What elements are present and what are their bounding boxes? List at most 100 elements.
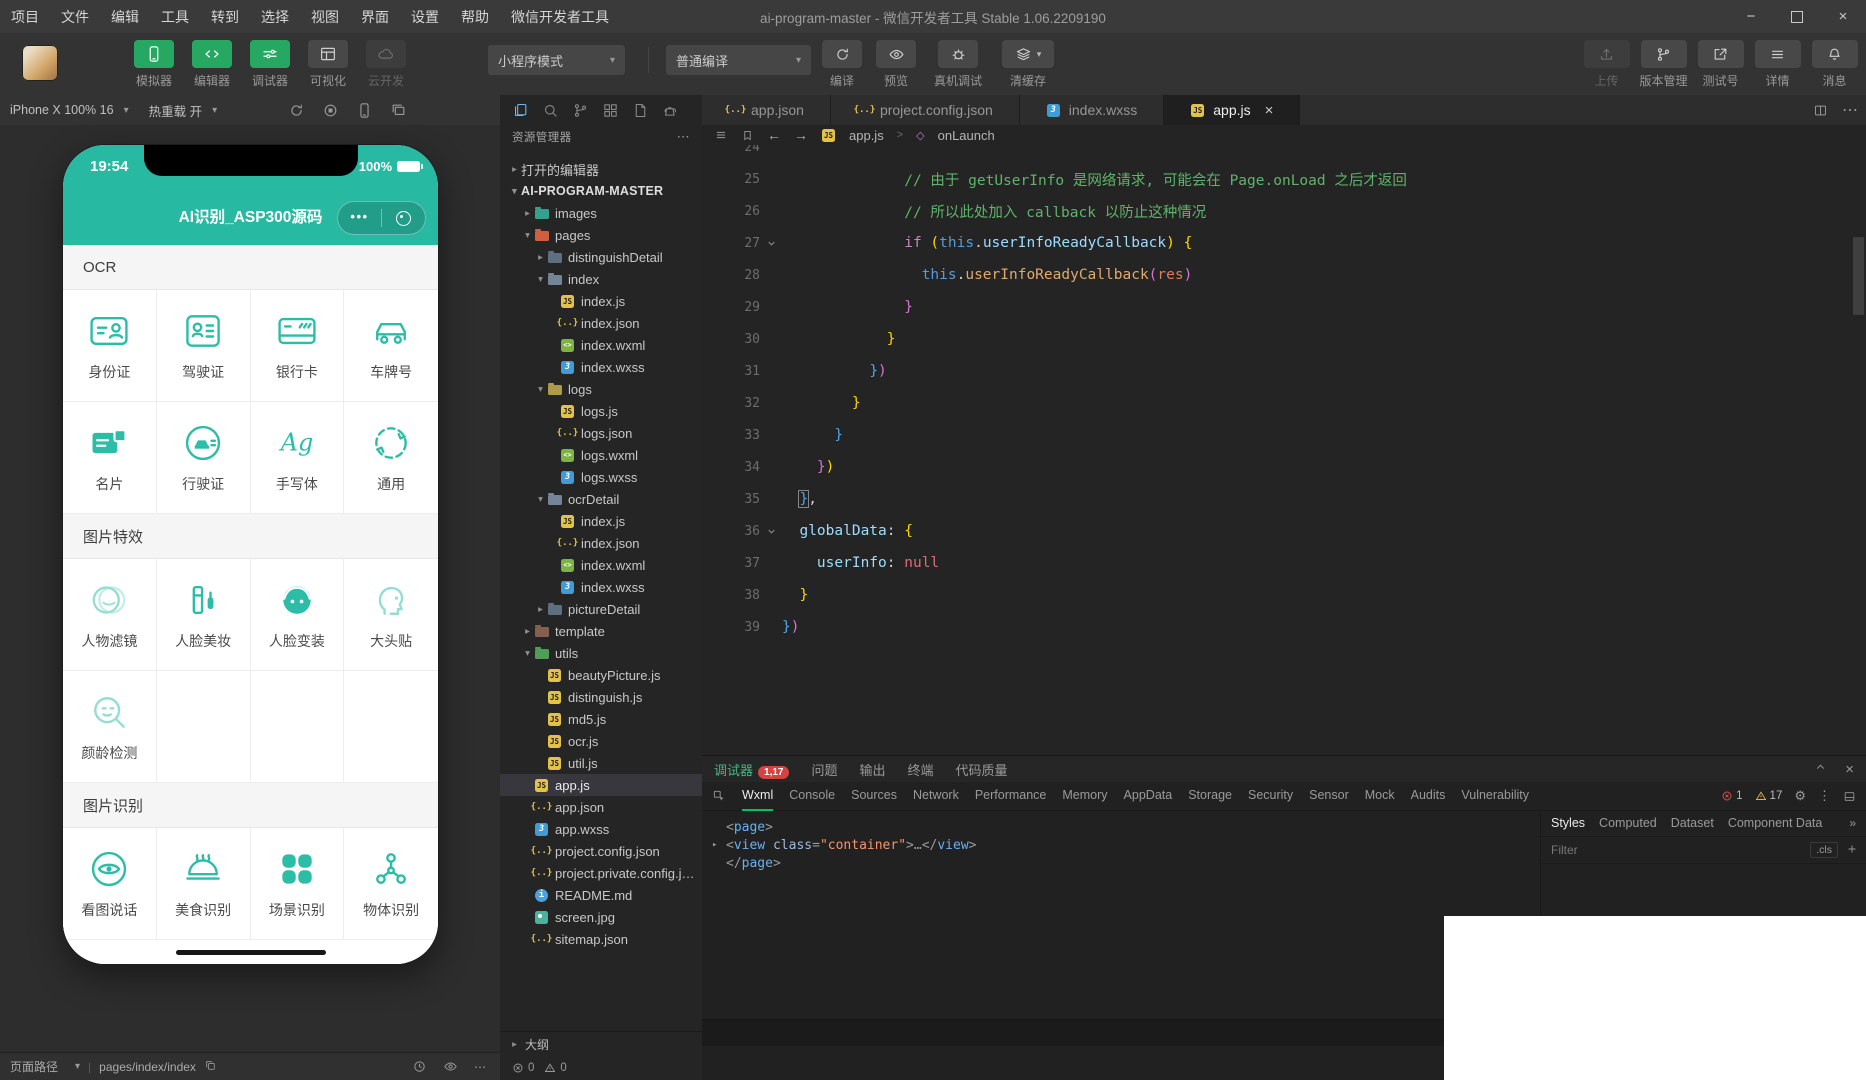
styles-tab-Dataset[interactable]: Dataset [1671, 816, 1714, 830]
capsule-more-button[interactable]: ••• [338, 212, 381, 224]
grid-item-food[interactable]: 美食识别 [157, 828, 251, 940]
grid-item-idcard[interactable]: 身份证 [63, 290, 157, 402]
tab-app.js[interactable]: JSapp.js× [1164, 95, 1300, 125]
devtools-tab-Memory[interactable]: Memory [1062, 781, 1107, 811]
menu-item[interactable]: 帮助 [450, 0, 500, 33]
menu-item[interactable]: 编辑 [100, 0, 150, 33]
chevron-right-icon[interactable]: » [1849, 816, 1856, 830]
collapse-panel-icon[interactable] [1814, 761, 1827, 777]
extensions-icon[interactable] [602, 102, 619, 119]
devtools-tab-Performance[interactable]: Performance [975, 781, 1047, 811]
editor-scrollbar[interactable] [1853, 237, 1864, 315]
grid-item-sticker[interactable]: 大头贴 [344, 559, 438, 671]
user-avatar[interactable] [22, 45, 58, 81]
toolbar-button-eye[interactable]: 预览 [872, 40, 920, 89]
grid-item-faceswap[interactable]: 人脸变装 [251, 559, 345, 671]
tree-file-app.json[interactable]: {..}app.json [500, 796, 702, 818]
console-warnings[interactable]: 17 [1755, 790, 1783, 802]
outline-section[interactable]: ▸ 大纲 [500, 1031, 702, 1056]
grid-item-pfilter[interactable]: 人物滤镜 [63, 559, 157, 671]
tree-file-ocr.js[interactable]: JSocr.js [500, 730, 702, 752]
tree-file-sitemap.json[interactable]: {..}sitemap.json [500, 928, 702, 950]
tree-file-logs.json[interactable]: {..}logs.json [500, 422, 702, 444]
close-icon[interactable]: × [1265, 102, 1274, 119]
inspect-element-icon[interactable] [712, 789, 726, 803]
devtools-tab-Network[interactable]: Network [913, 781, 959, 811]
phone-simulator[interactable]: 19:54 100% AI识别_ASP300源码 ••• OCR [63, 145, 438, 964]
preview-visibility-icon[interactable] [443, 1059, 458, 1074]
split-editor-icon[interactable] [1813, 103, 1828, 118]
tree-file-index.json[interactable]: {..}index.json [500, 532, 702, 554]
tree-folder-打开的编辑器[interactable]: ▸打开的编辑器 [500, 158, 702, 180]
device-select[interactable]: iPhone X 100% 16 ▾ [0, 95, 139, 125]
tree-file-README.md[interactable]: iREADME.md [500, 884, 702, 906]
drawer-icon[interactable] [1843, 790, 1856, 803]
tree-file-template[interactable]: ▸template [500, 620, 702, 642]
maximize-button[interactable] [1774, 0, 1820, 33]
restart-simulator-icon[interactable] [288, 102, 305, 119]
multi-window-icon[interactable] [390, 102, 407, 119]
grid-item-carplate[interactable]: 车牌号 [344, 290, 438, 402]
toolbar-button-bug[interactable]: 真机调试 [926, 40, 990, 89]
tree-file-logs.wxss[interactable]: 3logs.wxss [500, 466, 702, 488]
tree-file-project.config.json[interactable]: {..}project.config.json [500, 840, 702, 862]
back-icon[interactable]: ← [767, 127, 781, 143]
tree-file-screen.jpg[interactable]: screen.jpg [500, 906, 702, 928]
grid-item-caption[interactable]: 看图说话 [63, 828, 157, 940]
tree-file-logs.wxml[interactable]: <>logs.wxml [500, 444, 702, 466]
toolbar-button-hamburger[interactable]: 详情 [1749, 40, 1806, 89]
tree-file-project.private.config.js...[interactable]: {..}project.private.config.js... [500, 862, 702, 884]
page-path-select[interactable]: 页面路径 ▾ [10, 1058, 80, 1075]
menu-item[interactable]: 微信开发者工具 [500, 0, 620, 33]
devtools-tab-AppData[interactable]: AppData [1124, 781, 1173, 811]
grid-item-general[interactable]: 通用 [344, 402, 438, 514]
tree-file-index.wxml[interactable]: <>index.wxml [500, 334, 702, 356]
code-editor[interactable]: 2425 // 由于 getUserInfo 是网络请求, 可能会在 Page.… [702, 145, 1866, 756]
close-button[interactable]: × [1820, 0, 1866, 33]
debug-tab-代码质量[interactable]: 代码质量 [956, 760, 1008, 779]
outline-list-icon[interactable] [714, 128, 728, 142]
bookmark-icon[interactable] [741, 129, 754, 142]
close-panel-icon[interactable]: × [1845, 761, 1854, 778]
hot-reload-toggle[interactable]: 热重载 开 ▾ [139, 95, 228, 125]
tree-file-md5.js[interactable]: JSmd5.js [500, 708, 702, 730]
wxml-node[interactable]: ▸<view class="container">…</view> [712, 836, 1541, 854]
menu-item[interactable]: 设置 [400, 0, 450, 33]
grid-item-driver[interactable]: 驾驶证 [157, 290, 251, 402]
menu-item[interactable]: 选择 [250, 0, 300, 33]
tree-file-distinguish.js[interactable]: JSdistinguish.js [500, 686, 702, 708]
tree-file-util.js[interactable]: JSutil.js [500, 752, 702, 774]
more-actions-icon[interactable]: ⋯ [677, 129, 690, 145]
tree-file-utils[interactable]: ▾utils [500, 642, 702, 664]
tree-file-logs[interactable]: ▾logs [500, 378, 702, 400]
grid-item-bankcard[interactable]: 银行卡 [251, 290, 345, 402]
toolbar-button-sliders[interactable]: 调试器 [241, 40, 299, 89]
devtools-tab-Sources[interactable]: Sources [851, 781, 897, 811]
gear-icon[interactable]: ⚙ [1794, 788, 1806, 804]
menu-item[interactable]: 转到 [200, 0, 250, 33]
toolbar-button-upload[interactable]: 上传 [1578, 40, 1635, 89]
toolbar-button-refresh[interactable]: 编译 [818, 40, 866, 89]
grid-item-namecard[interactable]: 名片 [63, 402, 157, 514]
search-icon[interactable] [542, 102, 559, 119]
compile-mode-select[interactable]: 普通编译 ▾ [666, 45, 811, 75]
wxml-node[interactable]: <page> [712, 818, 1541, 836]
toolbar-button-code[interactable]: 编辑器 [183, 40, 241, 89]
grid-item-makeup[interactable]: 人脸美妆 [157, 559, 251, 671]
capsule-home-button[interactable] [382, 211, 425, 226]
devtools-tab-Audits[interactable]: Audits [1411, 781, 1446, 811]
more-h-icon[interactable]: ⋯ [1842, 100, 1858, 120]
devtools-tab-Storage[interactable]: Storage [1188, 781, 1232, 811]
devtools-tab-Sensor[interactable]: Sensor [1309, 781, 1349, 811]
tree-file-distinguishDetail[interactable]: ▸distinguishDetail [500, 246, 702, 268]
grid-item-object[interactable]: 物体识别 [344, 828, 438, 940]
menu-item[interactable]: 界面 [350, 0, 400, 33]
tree-file-index.js[interactable]: JSindex.js [500, 290, 702, 312]
rotate-device-icon[interactable] [356, 102, 373, 119]
tree-file-beautyPicture.js[interactable]: JSbeautyPicture.js [500, 664, 702, 686]
devtools-tab-Console[interactable]: Console [789, 781, 835, 811]
tree-file-pictureDetail[interactable]: ▸pictureDetail [500, 598, 702, 620]
copy-icon[interactable] [204, 1059, 217, 1075]
performance-icon[interactable] [412, 1059, 427, 1074]
debug-tab-调试器[interactable]: 调试器1,17 [714, 760, 789, 779]
